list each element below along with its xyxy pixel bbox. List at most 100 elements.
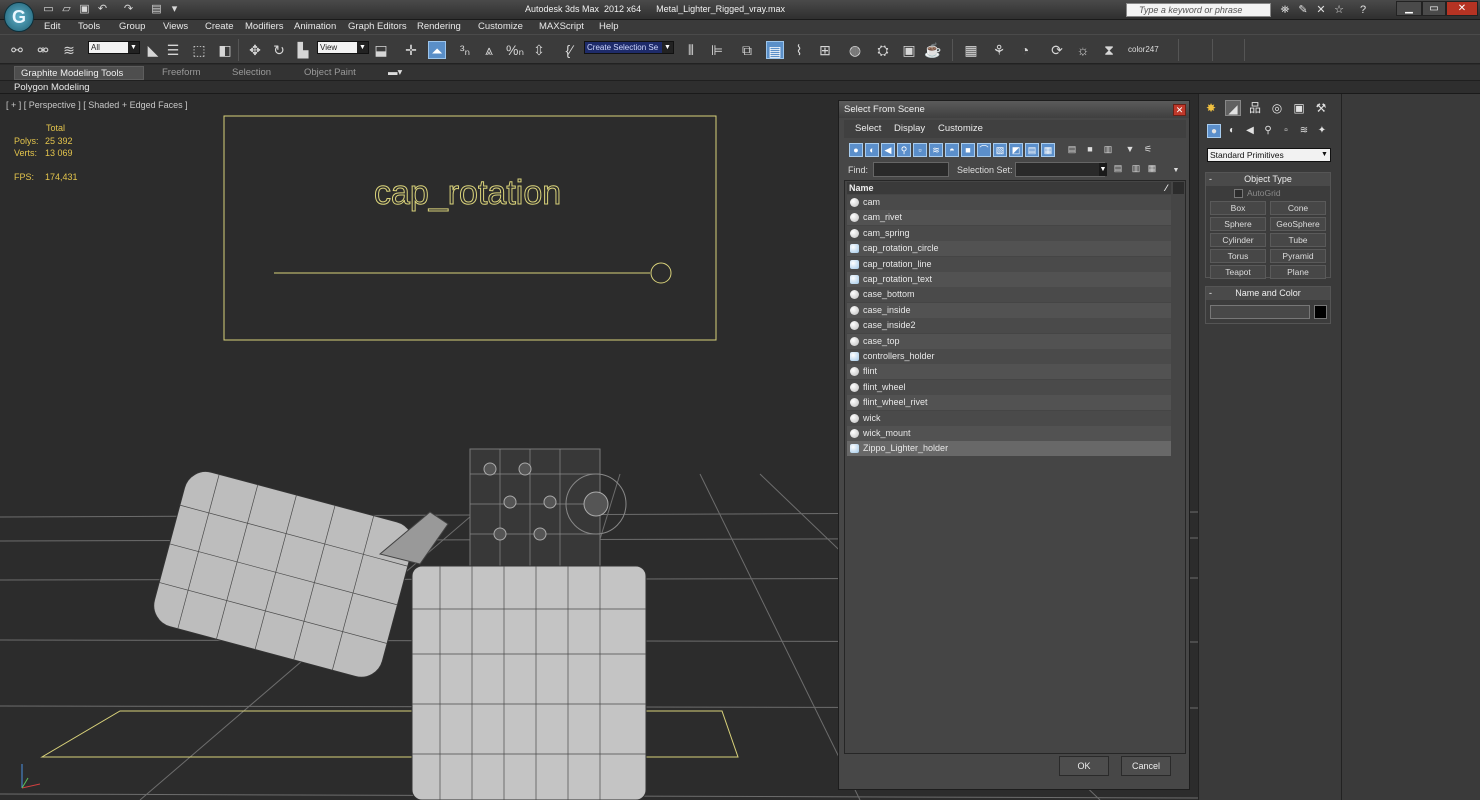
- list-item[interactable]: controllers_holder: [847, 349, 1171, 364]
- edit-named-selection-icon[interactable]: {∕: [560, 41, 578, 59]
- select-and-move-icon[interactable]: ✥: [246, 41, 264, 59]
- menu-views[interactable]: Views: [163, 21, 188, 32]
- list-scrollbar[interactable]: [1173, 182, 1184, 194]
- shapes-category-icon[interactable]: ◐: [1225, 124, 1239, 138]
- object-color-swatch[interactable]: [1314, 305, 1327, 319]
- filter-funnel-icon[interactable]: ▼: [1123, 143, 1137, 157]
- primitive-button-plane[interactable]: Plane: [1270, 265, 1326, 279]
- schematic-view-icon[interactable]: ⊞: [816, 41, 834, 59]
- help-icon[interactable]: ?: [1356, 3, 1370, 17]
- menu-tools[interactable]: Tools: [78, 21, 100, 32]
- percent-snap-icon[interactable]: %ₙ: [506, 41, 524, 59]
- list-item[interactable]: cap_rotation_line: [847, 256, 1171, 272]
- save-file-icon[interactable]: ▣: [78, 3, 91, 16]
- filter-frozen-icon[interactable]: ◩: [1009, 143, 1023, 157]
- display-subtree-icon[interactable]: ▤: [1111, 162, 1125, 176]
- primitive-button-geosphere[interactable]: GeoSphere: [1270, 217, 1326, 231]
- filter-lights-icon[interactable]: ◀: [881, 143, 895, 157]
- autogrid-checkbox[interactable]: [1234, 189, 1243, 198]
- menu-modifiers[interactable]: Modifiers: [245, 21, 284, 32]
- object-name-input[interactable]: [1210, 305, 1310, 319]
- select-none-icon[interactable]: ■: [1083, 143, 1097, 157]
- minimize-button[interactable]: ▁: [1396, 1, 1422, 16]
- angle-snap-icon[interactable]: ⩓: [480, 41, 498, 59]
- filter-space-warps-icon[interactable]: ≋: [929, 143, 943, 157]
- selection-set-arrow-icon[interactable]: ▼: [1099, 163, 1107, 176]
- snaps-toggle-icon[interactable]: ³ₙ: [456, 41, 474, 59]
- ok-button[interactable]: OK: [1059, 756, 1109, 776]
- app-logo-icon[interactable]: G: [4, 2, 34, 32]
- curve-editor-icon[interactable]: ⌇: [790, 41, 808, 59]
- mirror-icon[interactable]: ⫴: [682, 41, 700, 59]
- list-item[interactable]: Zippo_Lighter_holder: [847, 441, 1171, 457]
- primitive-button-sphere[interactable]: Sphere: [1210, 217, 1266, 231]
- primitive-button-cone[interactable]: Cone: [1270, 201, 1326, 215]
- dialog-menu-customize[interactable]: Customize: [938, 123, 983, 134]
- reference-coordinate-dropdown[interactable]: View ▼: [317, 41, 369, 54]
- dialog-title-bar[interactable]: Select From Scene ✕: [839, 101, 1189, 118]
- object-list[interactable]: Name ⁄ cam cam_rivet cam_spring cap_rotation…: [844, 180, 1186, 754]
- render-production-icon[interactable]: ☕: [924, 41, 942, 59]
- helpers-category-icon[interactable]: ▫: [1279, 124, 1293, 138]
- select-all-icon[interactable]: ▤: [1065, 143, 1079, 157]
- dialog-menu-select[interactable]: Select: [855, 123, 881, 134]
- render-setup-icon[interactable]: ⛭: [874, 41, 892, 59]
- tab-graphite-modeling-tools[interactable]: Graphite Modeling Tools: [14, 66, 144, 80]
- list-item[interactable]: flint_wheel_rivet: [847, 395, 1171, 411]
- find-input[interactable]: [873, 162, 949, 177]
- vray-frame-buffer-icon[interactable]: ▦: [962, 41, 980, 59]
- list-item[interactable]: wick: [847, 410, 1171, 426]
- selection-filter-dropdown[interactable]: All ▼: [88, 41, 140, 54]
- vray-camera-icon[interactable]: ◔: [1016, 41, 1034, 59]
- vray-lights-icon[interactable]: ⚘: [990, 41, 1008, 59]
- list-header-name[interactable]: Name ⁄: [847, 182, 1171, 194]
- filter-options-icon[interactable]: ⚟: [1141, 143, 1155, 157]
- primitive-button-box[interactable]: Box: [1210, 201, 1266, 215]
- polygon-modeling-label[interactable]: Polygon Modeling: [14, 82, 90, 93]
- primitive-button-cylinder[interactable]: Cylinder: [1210, 233, 1266, 247]
- utilities-tab-icon[interactable]: ⚒: [1313, 100, 1329, 116]
- spinner-snap-icon[interactable]: ⇳: [530, 41, 548, 59]
- rendered-frame-window-icon[interactable]: ▣: [900, 41, 918, 59]
- manage-layers-icon[interactable]: ⧉: [738, 41, 756, 59]
- sync-selection-icon[interactable]: ▦: [1145, 162, 1159, 176]
- select-and-rotate-icon[interactable]: ↻: [270, 41, 288, 59]
- filter-cameras-icon[interactable]: ⚲: [897, 143, 911, 157]
- name-and-color-header[interactable]: - Name and Color: [1206, 287, 1330, 300]
- menu-graph-editors[interactable]: Graph Editors: [348, 21, 407, 32]
- menu-edit[interactable]: Edit: [44, 21, 60, 32]
- menu-group[interactable]: Group: [119, 21, 145, 32]
- list-item[interactable]: case_inside2: [847, 318, 1171, 334]
- primitive-button-pyramid[interactable]: Pyramid: [1270, 249, 1326, 263]
- filter-hidden-icon[interactable]: ▤: [1025, 143, 1039, 157]
- cameras-category-icon[interactable]: ⚲: [1261, 124, 1275, 138]
- vray-proxy-icon[interactable]: ⟳: [1048, 41, 1066, 59]
- menu-animation[interactable]: Animation: [294, 21, 336, 32]
- motion-tab-icon[interactable]: ◎: [1269, 100, 1285, 116]
- display-tab-icon[interactable]: ▣: [1291, 100, 1307, 116]
- create-tab-icon[interactable]: ✸: [1203, 100, 1219, 116]
- select-and-scale-icon[interactable]: ▙: [294, 41, 312, 59]
- menu-customize[interactable]: Customize: [478, 21, 523, 32]
- pivot-center-icon[interactable]: ⬓: [372, 41, 390, 59]
- menu-help[interactable]: Help: [599, 21, 619, 32]
- geometry-category-icon[interactable]: ●: [1207, 124, 1221, 138]
- hierarchy-tab-icon[interactable]: 品: [1247, 100, 1263, 116]
- select-invert-icon[interactable]: ▥: [1101, 143, 1115, 157]
- tab-selection[interactable]: Selection: [226, 66, 277, 80]
- filter-helpers-icon[interactable]: ▫: [913, 143, 927, 157]
- list-item[interactable]: case_inside: [847, 302, 1171, 318]
- selection-region-icon[interactable]: ⬚: [190, 41, 208, 59]
- unlink-icon[interactable]: ⚮: [34, 41, 52, 59]
- align-icon[interactable]: ⊫: [708, 41, 726, 59]
- object-type-header[interactable]: - Object Type: [1206, 173, 1330, 186]
- favorites-star-icon[interactable]: ☆: [1332, 3, 1346, 17]
- dialog-menu-display[interactable]: Display: [894, 123, 925, 134]
- binoculars-icon[interactable]: ⛯: [1278, 3, 1292, 17]
- material-editor-icon[interactable]: ◍: [846, 41, 864, 59]
- select-object-icon[interactable]: ◣: [144, 41, 162, 59]
- filter-last-icon[interactable]: ▦: [1041, 143, 1055, 157]
- filter-bones-icon[interactable]: ⌒: [977, 143, 991, 157]
- menu-create[interactable]: Create: [205, 21, 234, 32]
- primitive-button-teapot[interactable]: Teapot: [1210, 265, 1266, 279]
